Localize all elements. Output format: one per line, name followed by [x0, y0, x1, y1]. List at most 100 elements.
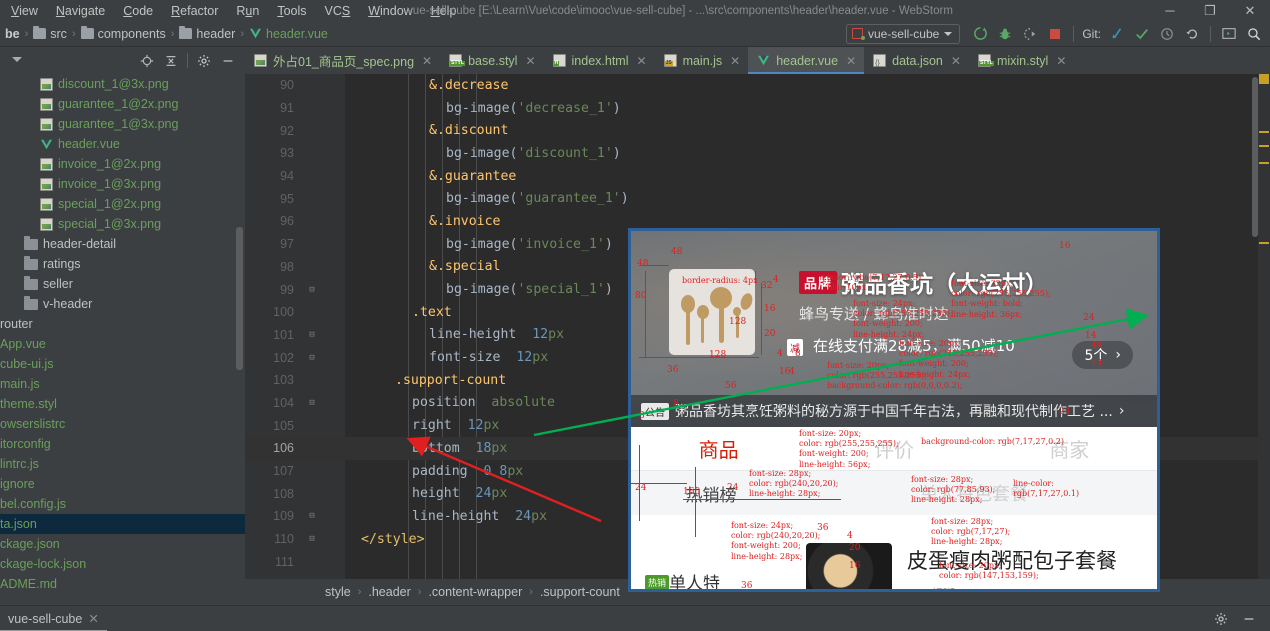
tree-item-ratings[interactable]: ratings — [0, 254, 245, 274]
menu-refactor[interactable]: Refactor — [162, 2, 227, 20]
tree-item-main-js[interactable]: main.js — [0, 374, 245, 394]
project-tree-scrollbar[interactable] — [236, 227, 243, 370]
tree-item-theme-styl[interactable]: theme.styl — [0, 394, 245, 414]
history-icon[interactable] — [1155, 23, 1179, 45]
stop-icon[interactable] — [1043, 23, 1067, 45]
run-icon[interactable] — [968, 23, 992, 45]
editor-tab-main.js[interactable]: JS main.js ✕ — [655, 47, 749, 74]
editor-tab-close-icon[interactable]: ✕ — [525, 54, 535, 68]
code-line-92[interactable]: 92 &.discount — [245, 119, 1270, 142]
code-line-93[interactable]: 93 bg-image('discount_1') — [245, 142, 1270, 165]
editor-tab-close-icon[interactable]: ✕ — [846, 54, 856, 68]
code-fold-marker[interactable]: ⊟ — [303, 511, 321, 521]
menu-navigate[interactable]: Navigate — [47, 2, 114, 20]
code-line-94[interactable]: 94 &.guarantee — [245, 165, 1270, 188]
update-project-icon[interactable] — [1105, 23, 1129, 45]
editor-tab-close-icon[interactable]: ✕ — [422, 54, 432, 68]
tree-item-guarantee-1-3x-png[interactable]: guarantee_1@3x.png — [0, 114, 245, 134]
rollback-icon[interactable] — [1180, 23, 1204, 45]
code-line-95[interactable]: 95 bg-image('guarantee_1') — [245, 187, 1270, 210]
editor-tab-close-icon[interactable]: ✕ — [1056, 54, 1066, 68]
debug-icon[interactable] — [993, 23, 1017, 45]
preview-support-count[interactable]: 5个 › — [1072, 341, 1133, 369]
menu-tools[interactable]: Tools — [268, 2, 315, 20]
run-configuration-selector[interactable]: vue-sell-cube — [845, 23, 961, 44]
minimize-icon[interactable]: ─ — [1150, 0, 1190, 21]
run-with-coverage-icon[interactable] — [1018, 23, 1042, 45]
breadcrumb-item-header-vue[interactable]: header.vue — [246, 27, 331, 41]
editor-tab-index.html[interactable]: Hindex.html ✕ — [544, 47, 655, 74]
search-everywhere-icon[interactable] — [1242, 23, 1266, 45]
bottom-tab-vue-sell-cube[interactable]: vue-sell-cube ✕ — [0, 606, 107, 631]
editor-tab-base.styl[interactable]: STYL base.styl ✕ — [440, 47, 543, 74]
code-line-90[interactable]: 90 &.decrease — [245, 74, 1270, 97]
tree-item-itorconfig[interactable]: itorconfig — [0, 434, 245, 454]
menu-vcs[interactable]: VCS — [316, 2, 360, 20]
preview-goods-item[interactable]: 热销 单人特 皮蛋瘦肉粥配包子套餐 超粥 — [631, 539, 1157, 589]
editor-tab-close-icon[interactable]: ✕ — [730, 54, 740, 68]
tree-item-cube-ui-js[interactable]: cube-ui.js — [0, 354, 245, 374]
settings-icon[interactable] — [193, 50, 215, 72]
editor-tab---01-----spec.png[interactable]: 外占01_商品页_spec.png ✕ — [245, 47, 440, 74]
breadcrumb-item-header[interactable]: header — [176, 26, 238, 41]
editor-tab-mixin.styl[interactable]: STYL mixin.styl ✕ — [969, 47, 1074, 74]
tree-item-ckage-json[interactable]: ckage.json — [0, 534, 245, 554]
bottom-tab-close-icon[interactable]: ✕ — [88, 611, 98, 626]
code-fold-marker[interactable]: ⊟ — [303, 353, 321, 363]
preview-tab-goods[interactable]: 商品 — [631, 434, 806, 463]
tree-item-header-detail[interactable]: header-detail — [0, 234, 245, 254]
tree-item-v-header[interactable]: v-header — [0, 294, 245, 314]
menu-view[interactable]: View — [2, 2, 47, 20]
maximize-icon[interactable]: ❐ — [1190, 0, 1230, 21]
tree-item-ignore[interactable]: ignore — [0, 474, 245, 494]
tree-item-lintrc-js[interactable]: lintrc.js — [0, 454, 245, 474]
preview-bulletin[interactable]: 公告 粥品香坊其烹饪粥料的秘方源于中国千年古法，再融和现代制作工艺 ... › — [631, 395, 1157, 427]
editor-tab-data.json[interactable]: data.json ✕ — [864, 47, 969, 74]
code-fold-marker[interactable]: ⊟ — [303, 330, 321, 340]
collapse-all-icon[interactable] — [160, 50, 182, 72]
commit-icon[interactable] — [1130, 23, 1154, 45]
image-preview-panel[interactable]: 品牌 粥品香坑（大运村） 蜂鸟专送 / 蜂鸟准时达 减 在线支付满28减5，满5… — [628, 228, 1160, 592]
structure-breadcrumb-item--header[interactable]: .header — [368, 585, 410, 599]
tree-item-router[interactable]: router — [0, 314, 245, 334]
code-fold-marker[interactable]: ⊟ — [303, 398, 321, 408]
structure-breadcrumb-item--content-wrapper[interactable]: .content-wrapper — [428, 585, 522, 599]
tree-item-ckage-lock-json[interactable]: ckage-lock.json — [0, 554, 245, 574]
hide-panel-icon[interactable] — [217, 50, 239, 72]
close-icon[interactable]: ✕ — [1230, 0, 1270, 21]
editor-tab-close-icon[interactable]: ✕ — [637, 54, 647, 68]
tree-item-app-vue[interactable]: App.vue — [0, 334, 245, 354]
project-view-chevron-icon[interactable] — [12, 57, 22, 62]
project-file-tree[interactable]: discount_1@3x.png guarantee_1@2x.png guara… — [0, 74, 245, 605]
tree-item-header-vue[interactable]: header.vue — [0, 134, 245, 154]
menu-run[interactable]: Run — [227, 2, 268, 20]
breadcrumb-item-src[interactable]: src — [30, 26, 70, 41]
editor-marker-gutter[interactable] — [1258, 74, 1270, 605]
tree-item-special-1-3x-png[interactable]: special_1@3x.png — [0, 214, 245, 234]
tree-item-owserslistrc[interactable]: owserslistrc — [0, 414, 245, 434]
breadcrumb-item-be[interactable]: be — [2, 27, 23, 41]
tree-item-invoice-1-2x-png[interactable]: invoice_1@2x.png — [0, 154, 245, 174]
tree-item-guarantee-1-2x-png[interactable]: guarantee_1@2x.png — [0, 94, 245, 114]
tree-item-special-1-2x-png[interactable]: special_1@2x.png — [0, 194, 245, 214]
editor-tab-close-icon[interactable]: ✕ — [951, 54, 961, 68]
settings-icon-status[interactable] — [1212, 610, 1230, 628]
editor-tab-header.vue[interactable]: header.vue ✕ — [748, 47, 865, 74]
terminal-icon[interactable] — [1217, 23, 1241, 45]
hide-icon-status[interactable] — [1240, 610, 1258, 628]
structure-breadcrumb-item--support-count[interactable]: .support-count — [540, 585, 620, 599]
locate-icon[interactable] — [136, 50, 158, 72]
tree-item-invoice-1-3x-png[interactable]: invoice_1@3x.png — [0, 174, 245, 194]
menu-window[interactable]: Window — [359, 2, 421, 20]
code-line-91[interactable]: 91 bg-image('decrease_1') — [245, 97, 1270, 120]
structure-breadcrumb-item-style[interactable]: style — [325, 585, 351, 599]
tree-item-bel-config-js[interactable]: bel.config.js — [0, 494, 245, 514]
tree-item-seller[interactable]: seller — [0, 274, 245, 294]
breadcrumb-item-components[interactable]: components — [78, 26, 169, 41]
menu-help[interactable]: Help — [422, 2, 466, 20]
tree-item-discount-1-3x-png[interactable]: discount_1@3x.png — [0, 74, 245, 94]
code-fold-marker[interactable]: ⊟ — [303, 534, 321, 544]
tree-item-ta-json[interactable]: ta.json — [0, 514, 245, 534]
menu-code[interactable]: Code — [114, 2, 162, 20]
code-fold-marker[interactable]: ⊟ — [303, 285, 321, 295]
